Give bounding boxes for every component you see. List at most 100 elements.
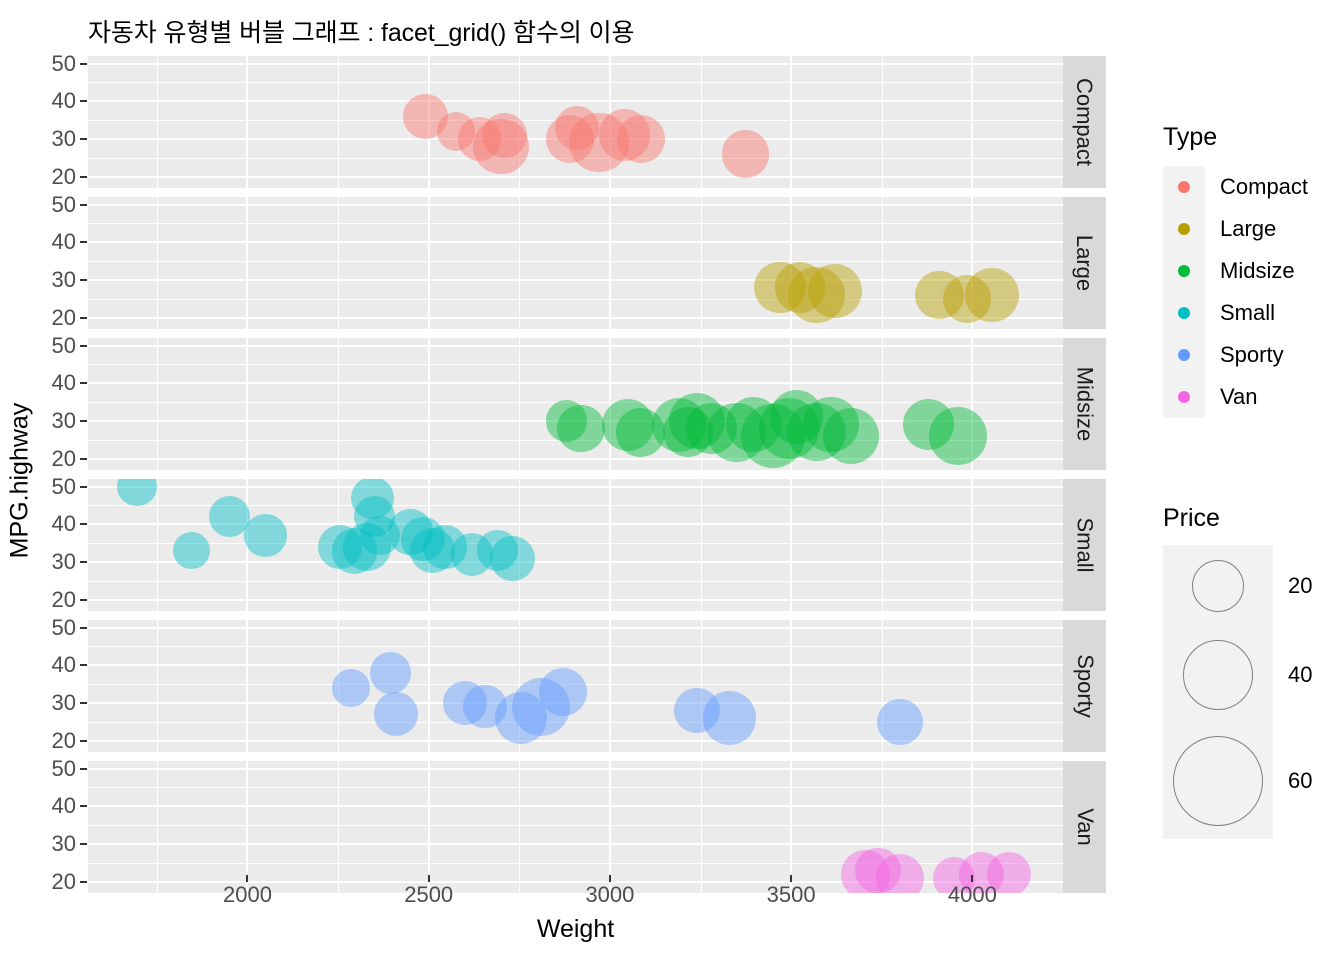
x-tick-label: 2000 — [222, 882, 272, 907]
bubble-point — [172, 532, 210, 570]
x-tick-mark — [246, 875, 249, 882]
bubble-point — [822, 407, 880, 465]
gridline-major-y — [88, 457, 1063, 460]
gridline-minor-x — [338, 197, 340, 329]
bubble-point — [722, 130, 770, 178]
facet-strip-label: Sporty — [1072, 654, 1098, 718]
y-tick-mark — [80, 485, 87, 488]
y-tick-mark — [80, 62, 87, 65]
bubble-point — [117, 479, 157, 507]
gridline-major-y — [88, 100, 1063, 103]
bubble-point — [331, 668, 370, 707]
legend-label-large[interactable]: Large — [1220, 218, 1276, 240]
legend-label-midsize[interactable]: Midsize — [1220, 260, 1295, 282]
gridline-major-y — [88, 175, 1063, 178]
y-tick-label: 20 — [51, 163, 76, 189]
y-tick-label: 50 — [51, 614, 76, 640]
facet-strip-sporty: Sporty — [1063, 620, 1106, 752]
y-tick-label: 30 — [51, 125, 76, 151]
gridline-major-y — [88, 626, 1063, 629]
y-tick-label: 40 — [51, 511, 76, 537]
type-legend-title: Type — [1163, 123, 1218, 151]
gridline-minor-x — [881, 197, 883, 329]
bubble-point — [965, 268, 1020, 322]
bubble-point — [482, 112, 528, 158]
gridline-major-y — [88, 203, 1063, 206]
bubble-point — [875, 853, 924, 893]
facet-panel-sporty — [88, 620, 1063, 752]
gridline-minor-x — [519, 761, 521, 893]
price-legend-label-40[interactable]: 40 — [1288, 664, 1312, 686]
price-legend-label-60[interactable]: 60 — [1288, 770, 1312, 792]
y-tick-label: 40 — [51, 370, 76, 396]
facet-panel-midsize — [88, 338, 1063, 470]
price-legend-label-20[interactable]: 20 — [1288, 575, 1312, 597]
gridline-minor-x — [881, 479, 883, 611]
y-tick-mark — [80, 598, 87, 601]
legend-color-dot-small[interactable] — [1178, 307, 1190, 319]
gridline-minor-x — [338, 56, 340, 188]
gridline-major-x — [608, 197, 611, 329]
facet-strip-van: Van — [1063, 761, 1106, 893]
gridline-major-y — [88, 598, 1063, 601]
facet-strip-label: Midsize — [1072, 366, 1098, 442]
gridline-major-x — [971, 620, 974, 752]
gridline-major-x — [427, 338, 430, 470]
gridline-major-x — [246, 338, 249, 470]
bubble-point — [616, 114, 665, 163]
gridline-major-y — [88, 241, 1063, 244]
legend-color-dot-sporty[interactable] — [1178, 349, 1190, 361]
legend-color-dot-midsize[interactable] — [1178, 265, 1190, 277]
y-tick-mark — [80, 137, 87, 140]
y-tick-mark — [80, 344, 87, 347]
gridline-major-x — [608, 479, 611, 611]
x-tick-label: 2500 — [404, 882, 454, 907]
gridline-major-y — [88, 485, 1063, 488]
gridline-minor-x — [338, 338, 340, 470]
y-tick-mark — [80, 316, 87, 319]
bubble-point — [876, 698, 924, 746]
bubble-point — [807, 264, 862, 319]
legend-label-small[interactable]: Small — [1220, 302, 1275, 324]
legend-color-dot-van[interactable] — [1178, 391, 1190, 403]
facet-strip-midsize: Midsize — [1063, 338, 1106, 470]
gridline-minor-y — [88, 580, 1063, 582]
gridline-minor-x — [881, 56, 883, 188]
gridline-major-x — [790, 56, 793, 188]
gridline-major-y — [88, 739, 1063, 742]
bubble-point — [369, 652, 412, 694]
price-legend-circle-20[interactable] — [1192, 560, 1244, 612]
legend-color-dot-compact[interactable] — [1178, 181, 1190, 193]
y-tick-label: 30 — [51, 548, 76, 574]
gridline-major-x — [427, 197, 430, 329]
gridline-minor-y — [88, 82, 1063, 84]
y-tick-mark — [80, 739, 87, 742]
x-tick-label: 3000 — [585, 882, 635, 907]
gridline-major-y — [88, 842, 1063, 845]
legend-label-sporty[interactable]: Sporty — [1220, 344, 1284, 366]
y-tick-label: 50 — [51, 191, 76, 217]
legend-label-compact[interactable]: Compact — [1220, 176, 1308, 198]
y-tick-label: 30 — [51, 266, 76, 292]
y-tick-mark — [80, 805, 87, 808]
y-tick-mark — [80, 523, 87, 526]
y-tick-label: 20 — [51, 586, 76, 612]
gridline-minor-y — [88, 787, 1063, 789]
price-legend-title: Price — [1163, 504, 1220, 532]
bubble-point — [244, 514, 287, 557]
y-tick-label: 40 — [51, 88, 76, 114]
price-legend-circle-60[interactable] — [1173, 736, 1263, 826]
facet-panel-small — [88, 479, 1063, 611]
x-tick-label: 4000 — [947, 882, 997, 907]
legend-label-van[interactable]: Van — [1220, 386, 1258, 408]
bubble-point — [489, 535, 535, 581]
price-legend-circle-40[interactable] — [1183, 640, 1253, 710]
gridline-major-y — [88, 62, 1063, 65]
gridline-minor-x — [700, 761, 702, 893]
gridline-major-x — [246, 761, 249, 893]
legend-color-dot-large[interactable] — [1178, 223, 1190, 235]
gridline-major-x — [971, 479, 974, 611]
y-tick-mark — [80, 560, 87, 563]
y-tick-label: 20 — [51, 727, 76, 753]
gridline-major-y — [88, 664, 1063, 667]
